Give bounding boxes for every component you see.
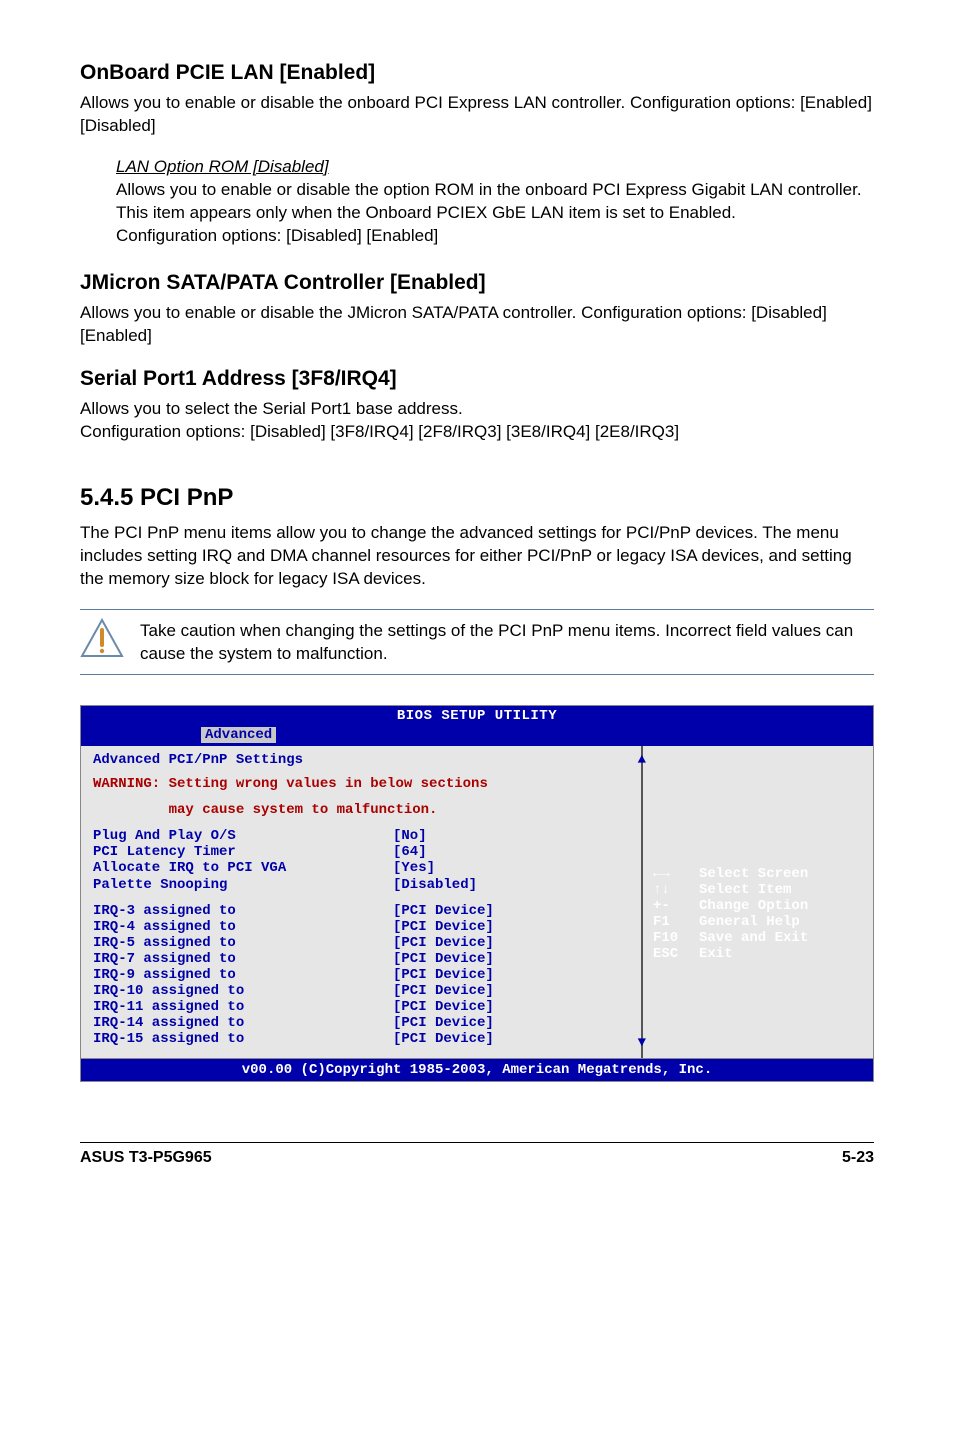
bios-hint: ↑↓Select Item <box>653 882 863 898</box>
body-pcie-lan: Allows you to enable or disable the onbo… <box>80 92 874 138</box>
bios-title: BIOS SETUP UTILITY <box>81 706 873 726</box>
bios-tab-advanced[interactable]: Advanced <box>201 727 276 743</box>
bios-tabs: Advanced <box>81 726 873 746</box>
body-serial: Allows you to select the Serial Port1 ba… <box>80 398 874 444</box>
bios-hint: F10Save and Exit <box>653 930 863 946</box>
bios-warning-1: WARNING: Setting wrong values in below s… <box>93 776 629 792</box>
bios-setting-row[interactable]: Plug And Play O/S[No] <box>93 828 629 844</box>
bios-panel-heading: Advanced PCI/PnP Settings <box>93 752 629 768</box>
bios-irq-row[interactable]: IRQ-11 assigned to[PCI Device] <box>93 999 629 1015</box>
bios-hint: ESCExit <box>653 946 863 962</box>
bios-irq-row[interactable]: IRQ-9 assigned to[PCI Device] <box>93 967 629 983</box>
heading-serial: Serial Port1 Address [3F8/IRQ4] <box>80 366 874 392</box>
caution-icon <box>80 618 140 658</box>
scroll-down-icon[interactable]: ▼ <box>638 1035 646 1051</box>
scroll-up-icon[interactable]: ▲ <box>638 752 646 768</box>
sub-heading-lan-rom: LAN Option ROM [Disabled] <box>116 156 874 179</box>
bios-setting-row[interactable]: Palette Snooping[Disabled] <box>93 877 629 893</box>
bios-hint: F1General Help <box>653 914 863 930</box>
bios-irq-row[interactable]: IRQ-10 assigned to[PCI Device] <box>93 983 629 999</box>
bios-irq-row[interactable]: IRQ-5 assigned to[PCI Device] <box>93 935 629 951</box>
heading-jmicron: JMicron SATA/PATA Controller [Enabled] <box>80 270 874 296</box>
bios-left-panel: ▲ Advanced PCI/PnP Settings WARNING: Set… <box>81 746 643 1058</box>
bios-irq-row[interactable]: IRQ-15 assigned to[PCI Device] <box>93 1031 629 1047</box>
bios-irq-row[interactable]: IRQ-3 assigned to[PCI Device] <box>93 903 629 919</box>
bios-screenshot: BIOS SETUP UTILITY Advanced ▲ Advanced P… <box>80 705 874 1082</box>
heading-pcipnp: 5.4.5 PCI PnP <box>80 484 874 512</box>
page-footer: ASUS T3-P5G965 5-23 <box>80 1142 874 1167</box>
bios-footer: v00.00 (C)Copyright 1985-2003, American … <box>81 1059 873 1081</box>
bios-warning-2: may cause system to malfunction. <box>93 802 629 818</box>
footer-right: 5-23 <box>842 1149 874 1167</box>
body-jmicron: Allows you to enable or disable the JMic… <box>80 302 874 348</box>
bios-setting-row[interactable]: PCI Latency Timer[64] <box>93 844 629 860</box>
sub-block-lan-rom: LAN Option ROM [Disabled] Allows you to … <box>116 156 874 248</box>
heading-pcie-lan: OnBoard PCIE LAN [Enabled] <box>80 60 874 86</box>
caution-text: Take caution when changing the settings … <box>140 618 874 666</box>
bios-hint: ←→Select Screen <box>653 866 863 882</box>
caution-notice: Take caution when changing the settings … <box>80 609 874 675</box>
bios-irq-row[interactable]: IRQ-4 assigned to[PCI Device] <box>93 919 629 935</box>
body-pcipnp: The PCI PnP menu items allow you to chan… <box>80 522 874 591</box>
sub-body-lan-rom: Allows you to enable or disable the opti… <box>116 179 874 248</box>
bios-right-panel: ←→Select Screen ↑↓Select Item +-Change O… <box>643 746 873 1058</box>
bios-irq-row[interactable]: IRQ-7 assigned to[PCI Device] <box>93 951 629 967</box>
bios-setting-row[interactable]: Allocate IRQ to PCI VGA[Yes] <box>93 860 629 876</box>
bios-irq-row[interactable]: IRQ-14 assigned to[PCI Device] <box>93 1015 629 1031</box>
bios-hint: +-Change Option <box>653 898 863 914</box>
footer-left: ASUS T3-P5G965 <box>80 1149 212 1167</box>
